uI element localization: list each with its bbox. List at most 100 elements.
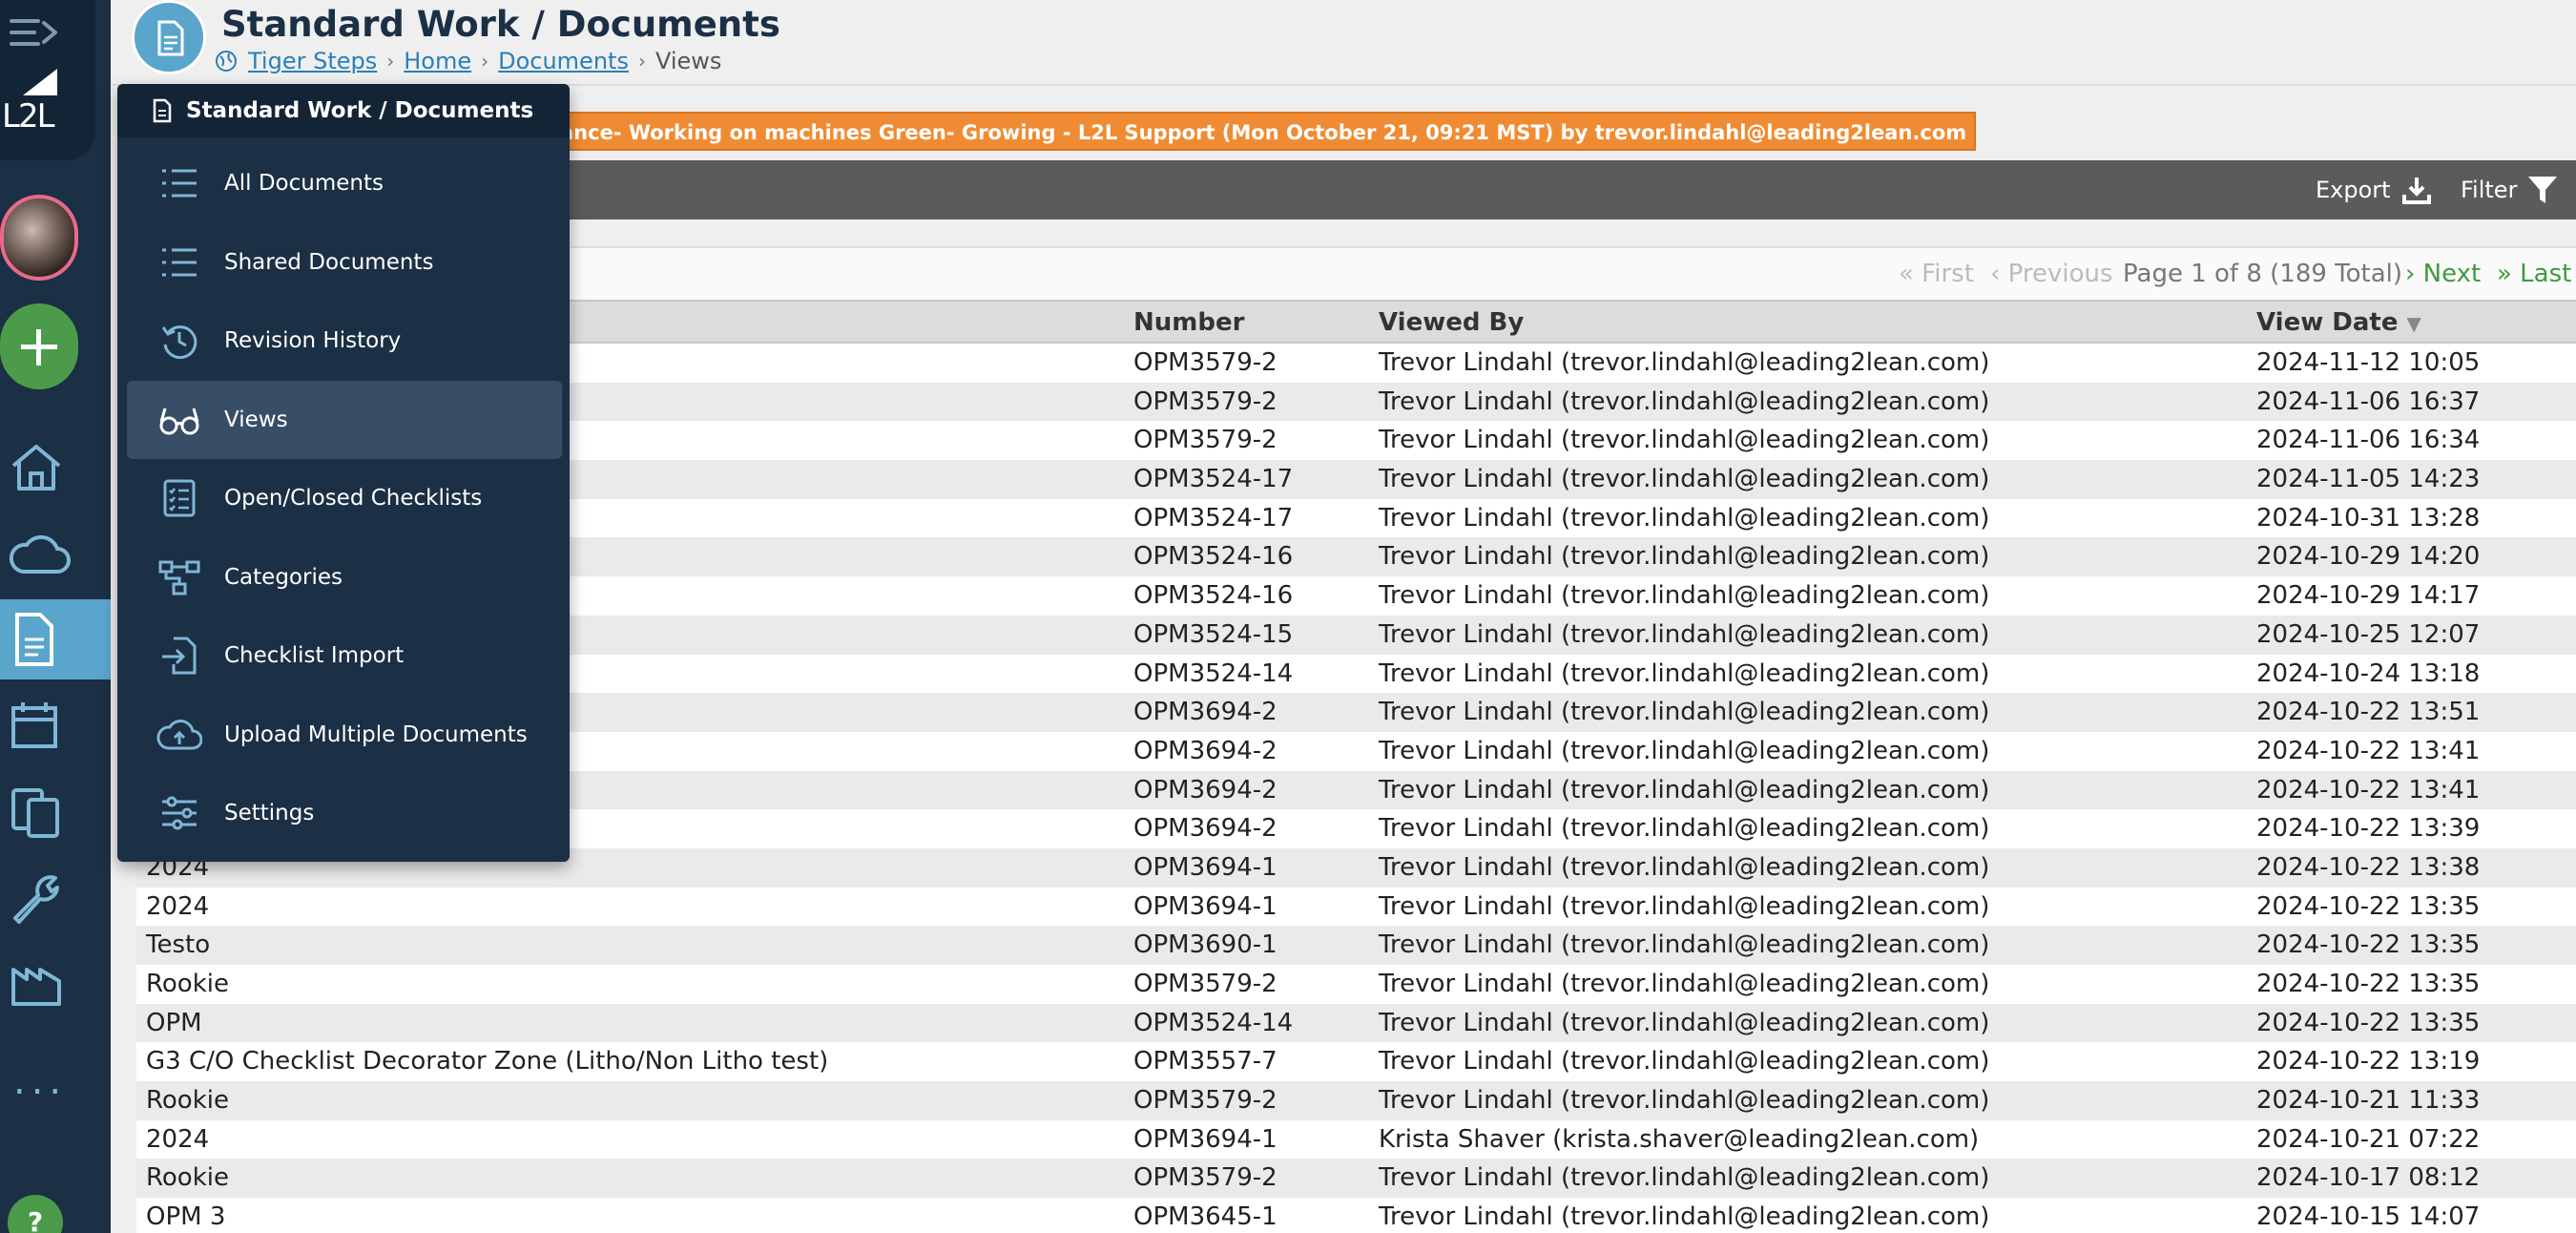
last-page-link[interactable]: » Last bbox=[2497, 260, 2571, 288]
table-row[interactable]: Rookie OPM3579-2 Trevor Lindahl (trevor.li… bbox=[136, 1081, 2576, 1120]
row-view-date: 2024-10-22 13:35 bbox=[2256, 1008, 2481, 1037]
document-icon bbox=[153, 98, 172, 123]
row-view-date: 2024-10-21 07:22 bbox=[2256, 1124, 2481, 1154]
row-viewed-by: Trevor Lindahl (trevor.lindahl@leading2l… bbox=[1379, 542, 1990, 572]
column-header-view-date[interactable]: View Date ▼ bbox=[2256, 308, 2421, 337]
add-button[interactable] bbox=[0, 303, 78, 389]
nav-documents[interactable] bbox=[0, 599, 111, 679]
menu-toggle-icon[interactable] bbox=[10, 15, 57, 53]
menu-item-all-documents[interactable]: All Documents bbox=[127, 144, 562, 222]
row-viewed-by: Trevor Lindahl (trevor.lindahl@leading2l… bbox=[1379, 503, 1990, 533]
calendar-icon bbox=[11, 702, 57, 748]
table-row[interactable]: 2024 OPM3694-1 Trevor Lindahl (trevor.lind… bbox=[136, 887, 2576, 927]
table-row[interactable]: G3 C/O Checklist Decorator Zone (Litho/N… bbox=[136, 1042, 2576, 1082]
help-button[interactable]: ? bbox=[8, 1195, 63, 1233]
table-row[interactable]: Rookie OPM3579-2 Trevor Lindahl (trevor.li… bbox=[136, 965, 2576, 1004]
row-number: OPM3524-14 bbox=[1133, 1008, 1294, 1037]
menu-item-upload-multiple-documents[interactable]: Upload Multiple Documents bbox=[127, 696, 562, 774]
document-icon bbox=[15, 613, 53, 666]
row-title: Rookie bbox=[146, 970, 229, 998]
more-icon[interactable]: ... bbox=[13, 1059, 67, 1103]
breadcrumb-site[interactable]: Tiger Steps bbox=[248, 48, 377, 74]
row-number: OPM3694-2 bbox=[1133, 698, 1278, 727]
table-row[interactable]: Rookie OPM3579-2 Trevor Lindahl (trevor.li… bbox=[136, 1159, 2576, 1199]
row-viewed-by: Trevor Lindahl (trevor.lindahl@leading2l… bbox=[1379, 619, 1990, 649]
row-viewed-by: Trevor Lindahl (trevor.lindahl@leading2l… bbox=[1379, 970, 1990, 998]
menu-item-label: Shared Documents bbox=[224, 249, 434, 275]
row-number: OPM3524-16 bbox=[1133, 542, 1294, 572]
status-banner[interactable]: ance- Working on machines Green- Growing… bbox=[549, 112, 1977, 151]
nav-home[interactable] bbox=[0, 428, 111, 508]
row-number: OPM3524-14 bbox=[1133, 658, 1294, 688]
first-page-link[interactable]: « First bbox=[1899, 260, 1974, 288]
next-page-link[interactable]: › Next bbox=[2405, 260, 2481, 288]
table-row[interactable]: OPM OPM3524-14 Trevor Lindahl (trevor.lind… bbox=[136, 1003, 2576, 1043]
row-view-date: 2024-10-22 13:19 bbox=[2256, 1047, 2481, 1076]
cloud-upload-icon bbox=[146, 716, 213, 754]
row-view-date: 2024-10-31 13:28 bbox=[2256, 503, 2481, 533]
menu-item-revision-history[interactable]: Revision History bbox=[127, 302, 562, 380]
breadcrumb-home[interactable]: Home bbox=[404, 48, 471, 74]
row-viewed-by: Trevor Lindahl (trevor.lindahl@leading2l… bbox=[1379, 658, 1990, 688]
list-icon bbox=[146, 166, 213, 200]
row-viewed-by: Krista Shaver (krista.shaver@leading2lea… bbox=[1379, 1124, 1980, 1154]
row-viewed-by: Trevor Lindahl (trevor.lindahl@leading2l… bbox=[1379, 736, 1990, 765]
avatar[interactable] bbox=[0, 195, 78, 281]
menu-item-label: Views bbox=[224, 407, 288, 432]
factory-icon bbox=[11, 968, 61, 1006]
row-number: OPM3524-17 bbox=[1133, 503, 1294, 533]
row-number: OPM3694-2 bbox=[1133, 736, 1278, 765]
menu-item-label: Revision History bbox=[224, 328, 402, 353]
filter-button[interactable]: Filter bbox=[2461, 160, 2559, 219]
table-row[interactable]: 2024 OPM3694-1 Krista Shaver (krista.shave… bbox=[136, 1119, 2576, 1160]
module-badge bbox=[132, 0, 206, 74]
cloud-icon bbox=[9, 534, 71, 574]
row-number: OPM3694-2 bbox=[1133, 814, 1278, 844]
row-viewed-by: Trevor Lindahl (trevor.lindahl@leading2l… bbox=[1379, 930, 1990, 960]
row-view-date: 2024-10-21 11:33 bbox=[2256, 1086, 2481, 1116]
row-title: G3 C/O Checklist Decorator Zone (Litho/N… bbox=[146, 1047, 829, 1076]
chevron-right-icon: › bbox=[386, 50, 395, 73]
previous-page-link[interactable]: ‹ Previous bbox=[1990, 260, 2113, 288]
nav-maintenance[interactable] bbox=[0, 857, 111, 937]
table-row[interactable]: Testo OPM3690-1 Trevor Lindahl (trevor.lin… bbox=[136, 926, 2576, 965]
menu-item-shared-documents[interactable]: Shared Documents bbox=[127, 223, 562, 302]
row-title: Testo bbox=[146, 930, 211, 960]
row-number: OPM3645-1 bbox=[1133, 1202, 1278, 1232]
menu-item-open-closed-checklists[interactable]: Open/Closed Checklists bbox=[127, 459, 562, 537]
menu-item-views[interactable]: Views bbox=[127, 380, 562, 459]
menu-item-categories[interactable]: Categories bbox=[127, 538, 562, 616]
menu-title: Standard Work / Documents bbox=[186, 98, 534, 123]
menu-item-checklist-import[interactable]: Checklist Import bbox=[127, 616, 562, 695]
nav-clipboard[interactable] bbox=[0, 771, 111, 851]
row-number: OPM3579-2 bbox=[1133, 426, 1278, 455]
chevron-right-icon: › bbox=[637, 50, 646, 73]
logo-text: L2L bbox=[2, 97, 55, 136]
table-row[interactable]: OPM 3 OPM3645-1 Trevor Lindahl (trevor.lin… bbox=[136, 1198, 2576, 1233]
row-viewed-by: Trevor Lindahl (trevor.lindahl@leading2l… bbox=[1379, 852, 1990, 882]
nav-production[interactable] bbox=[0, 943, 111, 1023]
clipboard-copy-icon bbox=[11, 788, 59, 838]
row-view-date: 2024-10-24 13:18 bbox=[2256, 658, 2481, 688]
row-view-date: 2024-10-22 13:51 bbox=[2256, 698, 2481, 727]
breadcrumb-documents[interactable]: Documents bbox=[498, 48, 629, 74]
document-icon bbox=[157, 20, 184, 56]
row-viewed-by: Trevor Lindahl (trevor.lindahl@leading2l… bbox=[1379, 775, 1990, 805]
breadcrumb-current: Views bbox=[654, 48, 722, 74]
row-view-date: 2024-10-22 13:35 bbox=[2256, 930, 2481, 960]
export-button[interactable]: Export bbox=[2316, 160, 2433, 219]
home-icon bbox=[11, 445, 61, 491]
menu-item-label: All Documents bbox=[224, 171, 384, 196]
row-title: OPM 3 bbox=[146, 1202, 226, 1232]
menu-item-label: Upload Multiple Documents bbox=[224, 721, 528, 747]
column-header-number[interactable]: Number bbox=[1133, 308, 1244, 337]
nav-cloud[interactable] bbox=[0, 513, 111, 594]
menu-item-label: Settings bbox=[224, 801, 315, 825]
row-view-date: 2024-10-22 13:38 bbox=[2256, 852, 2481, 882]
row-number: OPM3694-2 bbox=[1133, 775, 1278, 805]
column-header-viewed-by[interactable]: Viewed By bbox=[1379, 308, 1524, 337]
row-viewed-by: Trevor Lindahl (trevor.lindahl@leading2l… bbox=[1379, 465, 1990, 494]
nav-calendar[interactable] bbox=[0, 685, 111, 765]
row-viewed-by: Trevor Lindahl (trevor.lindahl@leading2l… bbox=[1379, 1047, 1990, 1076]
menu-item-settings[interactable]: Settings bbox=[127, 774, 562, 852]
